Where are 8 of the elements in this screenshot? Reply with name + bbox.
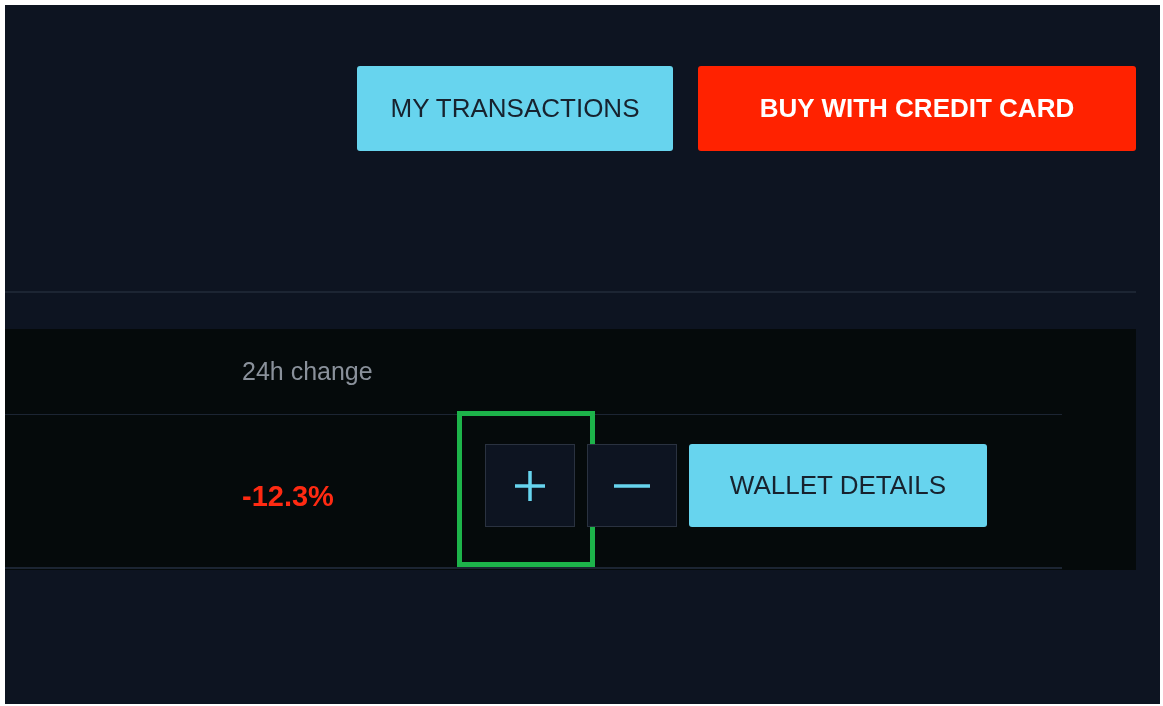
change-value: -12.3% (242, 479, 335, 513)
minus-icon (614, 483, 650, 488)
transactions-button[interactable]: MY TRANSACTIONS (357, 66, 673, 151)
add-button[interactable] (485, 444, 575, 527)
buy-button[interactable]: BUY WITH CREDIT CARD (698, 66, 1136, 151)
wallet-details-button[interactable]: WALLET DETAILS (689, 444, 987, 527)
column-header: 24h change (242, 357, 373, 386)
plus-icon (513, 468, 547, 503)
